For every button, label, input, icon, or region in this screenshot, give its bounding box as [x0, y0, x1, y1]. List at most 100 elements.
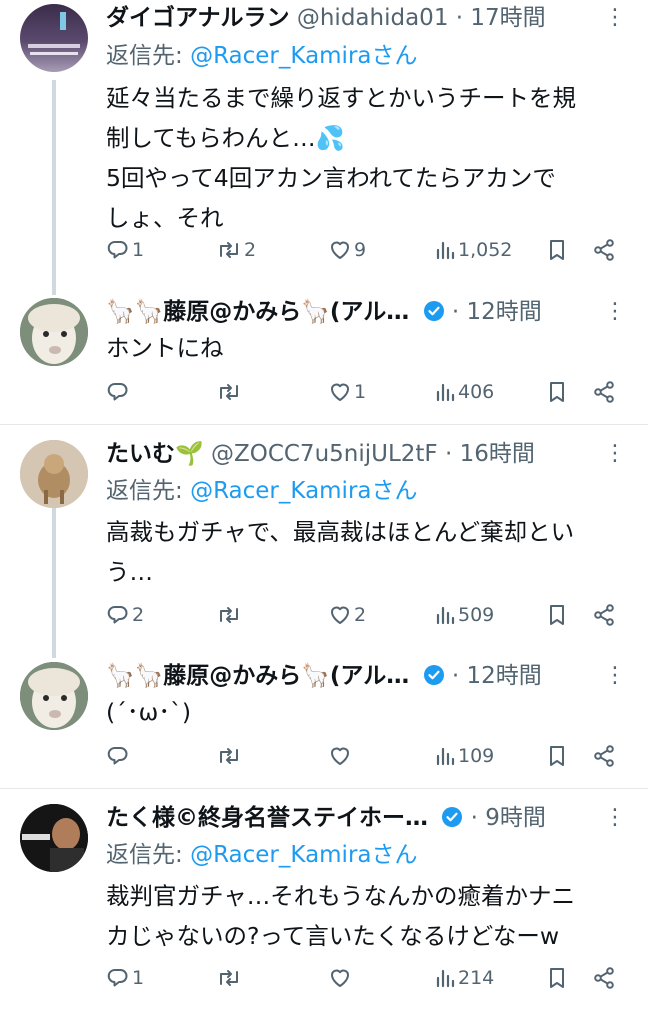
like-button[interactable]: 9 — [328, 232, 366, 268]
views-button[interactable]: 214 — [434, 960, 494, 996]
display-name[interactable]: たく様©終身名誉ステイホー… — [106, 805, 428, 831]
bookmark-button[interactable] — [546, 374, 568, 410]
avatar-image — [28, 12, 80, 55]
like-button[interactable] — [328, 960, 354, 996]
bookmark-button[interactable] — [546, 960, 568, 996]
verified-badge-icon — [423, 297, 445, 330]
views-button[interactable]: 1,052 — [434, 232, 512, 268]
tweet-text-line: 裁判官ガチャ…それもうなんかの癒着かナニ — [106, 882, 576, 910]
reply-to-mention[interactable]: @Racer_Kamiraさん — [190, 478, 417, 504]
bookmark-button[interactable] — [546, 232, 568, 268]
separator-dot: · — [451, 299, 460, 325]
avatar-image — [20, 440, 88, 508]
separator-dot: · — [444, 441, 453, 467]
tweet-actions: 1 214 — [106, 960, 626, 996]
views-button[interactable]: 509 — [434, 597, 494, 633]
bookmark-icon — [546, 744, 568, 768]
tweet-header: 🦙🦙藤原@かみら🦙(アル… · 12時間 — [106, 658, 588, 694]
timestamp[interactable]: 16時間 — [460, 441, 535, 467]
reply-to-label: 返信先: — [106, 478, 191, 504]
reply-icon — [106, 603, 130, 627]
avatar-image — [20, 298, 88, 366]
reply-button[interactable]: 1 — [106, 232, 144, 268]
avatar[interactable] — [20, 662, 88, 730]
handle[interactable]: @ZOCC7u5nijUL2tF — [211, 441, 438, 467]
more-options-icon[interactable]: ⋮ — [604, 658, 626, 694]
tweet-text: (´･ω･`) — [106, 692, 634, 732]
reply-button[interactable] — [106, 738, 132, 774]
share-button[interactable] — [592, 232, 616, 268]
handle[interactable]: @hidahida01 — [297, 5, 449, 31]
more-options-icon[interactable]: ⋮ — [604, 0, 626, 36]
tweet-text: 裁判官ガチャ…それもうなんかの癒着かナニ カじゃないの?って言いたくなるけどなー… — [106, 876, 634, 956]
views-chart-icon — [434, 966, 456, 990]
separator-dot: · — [455, 5, 464, 31]
timestamp[interactable]: 12時間 — [466, 663, 541, 689]
like-button[interactable]: 1 — [328, 374, 366, 410]
bookmark-button[interactable] — [546, 597, 568, 633]
divider — [0, 424, 648, 425]
separator-dot: · — [451, 663, 460, 689]
reply-to-line: 返信先: @Racer_Kamiraさん — [106, 838, 418, 872]
tweet-text: ホントにね — [106, 328, 634, 368]
more-options-icon[interactable]: ⋮ — [604, 294, 626, 330]
views-button[interactable]: 109 — [434, 738, 494, 774]
tweet-actions: 109 — [106, 738, 626, 774]
timestamp[interactable]: 12時間 — [466, 299, 541, 325]
retweet-button[interactable] — [216, 597, 244, 633]
display-name[interactable]: ダイゴアナルラン — [106, 5, 290, 31]
share-button[interactable] — [592, 597, 616, 633]
tweet-actions: 1 2 9 1,052 — [106, 232, 626, 268]
tweet-header: 🦙🦙藤原@かみら🦙(アル… · 12時間 — [106, 294, 588, 330]
reply-button[interactable]: 2 — [106, 597, 144, 633]
tweet-text-line: ホントにね — [106, 334, 224, 362]
more-options-icon[interactable]: ⋮ — [604, 800, 626, 836]
avatar[interactable] — [20, 440, 88, 508]
display-name[interactable]: たいむ🌱 — [106, 441, 204, 467]
like-button[interactable] — [328, 738, 354, 774]
reply-to-line: 返信先: @Racer_Kamiraさん — [106, 39, 418, 73]
heart-icon — [328, 966, 352, 990]
reply-button[interactable] — [106, 374, 132, 410]
display-name[interactable]: 🦙🦙藤原@かみら🦙(アル… — [106, 299, 409, 325]
share-button[interactable] — [592, 960, 616, 996]
bookmark-button[interactable] — [546, 738, 568, 774]
tweet-text-line: 制してもらわんと…💦 — [106, 124, 345, 152]
views-chart-icon — [434, 603, 456, 627]
share-button[interactable] — [592, 374, 616, 410]
retweet-icon — [216, 966, 242, 990]
likes-count: 9 — [354, 239, 367, 261]
tweet-text-line: う… — [106, 558, 153, 586]
views-count: 214 — [458, 967, 495, 989]
display-name[interactable]: 🦙🦙藤原@かみら🦙(アル… — [106, 663, 409, 689]
avatar[interactable] — [20, 4, 88, 72]
heart-icon — [328, 603, 352, 627]
retweet-button[interactable] — [216, 960, 244, 996]
tweet-text: 延々当たるまで繰り返すとかいうチートを規 制してもらわんと…💦 5回やって4回ア… — [106, 78, 634, 238]
reply-to-label: 返信先: — [106, 43, 191, 69]
retweet-button[interactable] — [216, 738, 244, 774]
bookmark-icon — [546, 238, 568, 262]
reply-button[interactable]: 1 — [106, 960, 144, 996]
retweet-button[interactable] — [216, 374, 244, 410]
avatar[interactable] — [20, 804, 88, 872]
share-button[interactable] — [592, 738, 616, 774]
replies-count: 1 — [132, 239, 145, 261]
retweet-button[interactable]: 2 — [216, 232, 256, 268]
more-options-icon[interactable]: ⋮ — [604, 436, 626, 472]
like-button[interactable]: 2 — [328, 597, 366, 633]
tweet-actions: 1 406 — [106, 374, 626, 410]
timestamp[interactable]: 9時間 — [485, 805, 546, 831]
share-icon — [592, 966, 616, 990]
tweet-text-line: 延々当たるまで繰り返すとかいうチートを規 — [106, 84, 576, 112]
reply-icon — [106, 744, 130, 768]
reply-to-mention[interactable]: @Racer_Kamiraさん — [190, 43, 417, 69]
share-icon — [592, 380, 616, 404]
avatar-image — [20, 804, 88, 872]
avatar[interactable] — [20, 298, 88, 366]
timestamp[interactable]: 17時間 — [470, 5, 545, 31]
likes-count: 1 — [354, 381, 367, 403]
views-button[interactable]: 406 — [434, 374, 494, 410]
reply-to-mention[interactable]: @Racer_Kamiraさん — [190, 842, 417, 868]
share-icon — [592, 238, 616, 262]
